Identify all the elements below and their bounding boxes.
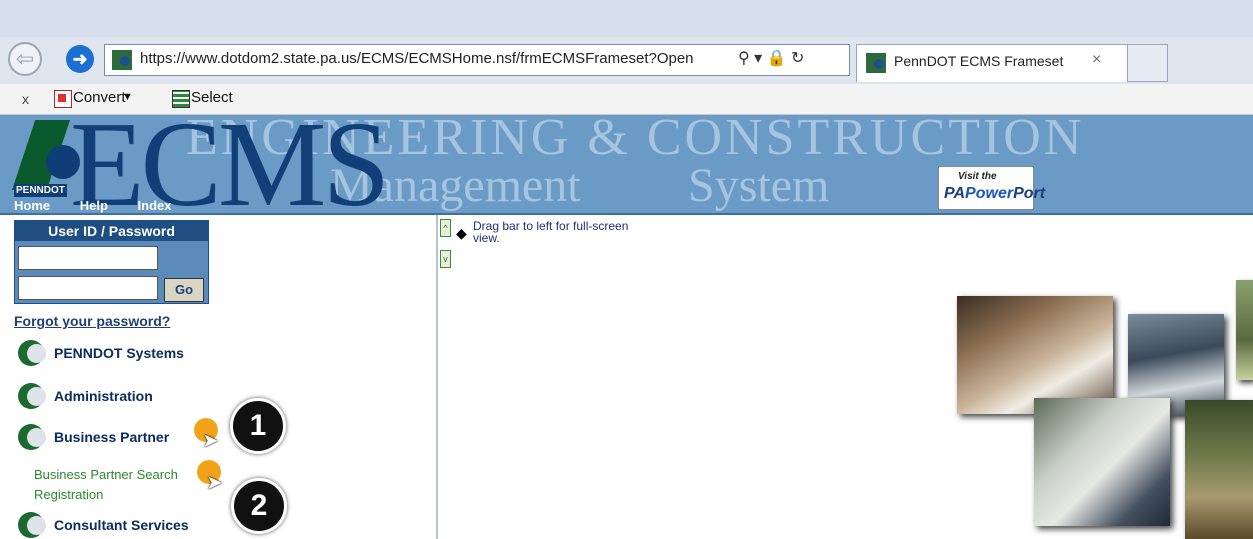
powerport-visit-text: Visit the <box>958 171 997 182</box>
photo-landscape <box>1236 280 1253 380</box>
back-arrow-icon: ⇦ <box>15 46 35 71</box>
go-button[interactable]: Go <box>164 278 204 302</box>
registration-link[interactable]: Registration <box>34 487 103 502</box>
header-nav: Home Help Index <box>14 198 198 213</box>
toolbar-close-icon[interactable]: x <box>22 91 29 107</box>
login-header: User ID / Password <box>15 221 208 241</box>
photo-field-workers <box>1185 400 1253 539</box>
nav-help-link[interactable]: Help <box>80 198 108 213</box>
step-badge-2: 2 <box>231 478 287 534</box>
password-field[interactable] <box>18 276 158 300</box>
photo-meeting <box>957 296 1113 414</box>
mouse-pointer-icon: ➤ <box>206 472 223 494</box>
frame-divider-bar[interactable] <box>436 215 438 539</box>
scroll-up-icon[interactable]: ^ <box>440 219 451 237</box>
nav-item-label: Business Partner <box>54 429 170 445</box>
mouse-pointer-icon: ➤ <box>202 430 219 452</box>
powerport-logo-text: PAPowerPort <box>944 185 1045 203</box>
powerport-power: Power <box>965 185 1014 202</box>
nav-item-administration[interactable]: Administration <box>18 383 153 409</box>
forward-button[interactable]: ➜ <box>66 45 94 73</box>
nav-item-penndot-systems[interactable]: PENNDOT Systems <box>18 340 184 366</box>
step-badge-1: 1 <box>230 398 286 454</box>
penndot-logo-text: PENNDOT <box>14 184 67 197</box>
browser-title-strip <box>0 0 1253 37</box>
nav-item-label: PENNDOT Systems <box>54 345 184 361</box>
nav-home-link[interactable]: Home <box>14 198 50 213</box>
tab-favicon-icon <box>866 53 886 73</box>
site-favicon-icon <box>112 50 132 70</box>
tab-close-icon[interactable]: × <box>1092 51 1101 69</box>
nav-bullet-icon <box>18 424 46 450</box>
nav-item-business-partner[interactable]: Business Partner <box>18 424 169 450</box>
nav-bullet-icon <box>18 340 46 366</box>
powerport-pa: PA <box>944 185 966 202</box>
forgot-password-link[interactable]: Forgot your password? <box>14 313 170 329</box>
drag-bar-hint: Drag bar to left for full-screen view. <box>473 219 629 245</box>
nav-item-consultant-services[interactable]: Consultant Services <box>18 512 189 538</box>
photo-computer-workers <box>1034 398 1170 526</box>
nav-item-label: Consultant Services <box>54 517 189 533</box>
address-bar-controls-icon[interactable]: ⚲ ▾ 🔒 ↻ <box>738 48 804 68</box>
back-button[interactable]: ⇦ <box>8 42 42 76</box>
business-partner-search-link[interactable]: Business Partner Search <box>34 467 178 482</box>
left-arrow-icon: ◆ <box>456 225 467 241</box>
nav-index-link[interactable]: Index <box>138 198 172 213</box>
new-tab-button[interactable] <box>1128 44 1168 82</box>
nav-item-label: Administration <box>54 388 153 404</box>
nav-bullet-icon <box>18 512 46 538</box>
forward-arrow-icon: ➜ <box>72 48 88 69</box>
user-id-field[interactable] <box>18 246 158 270</box>
banner-tagline-system: System <box>688 159 830 212</box>
powerport-port: Port <box>1013 185 1046 202</box>
scroll-down-icon[interactable]: v <box>440 250 451 268</box>
nav-bullet-icon <box>18 383 46 409</box>
tab-title[interactable]: PennDOT ECMS Frameset <box>894 53 1063 69</box>
address-url[interactable]: https://www.dotdom2.state.pa.us/ECMS/ECM… <box>140 50 694 67</box>
